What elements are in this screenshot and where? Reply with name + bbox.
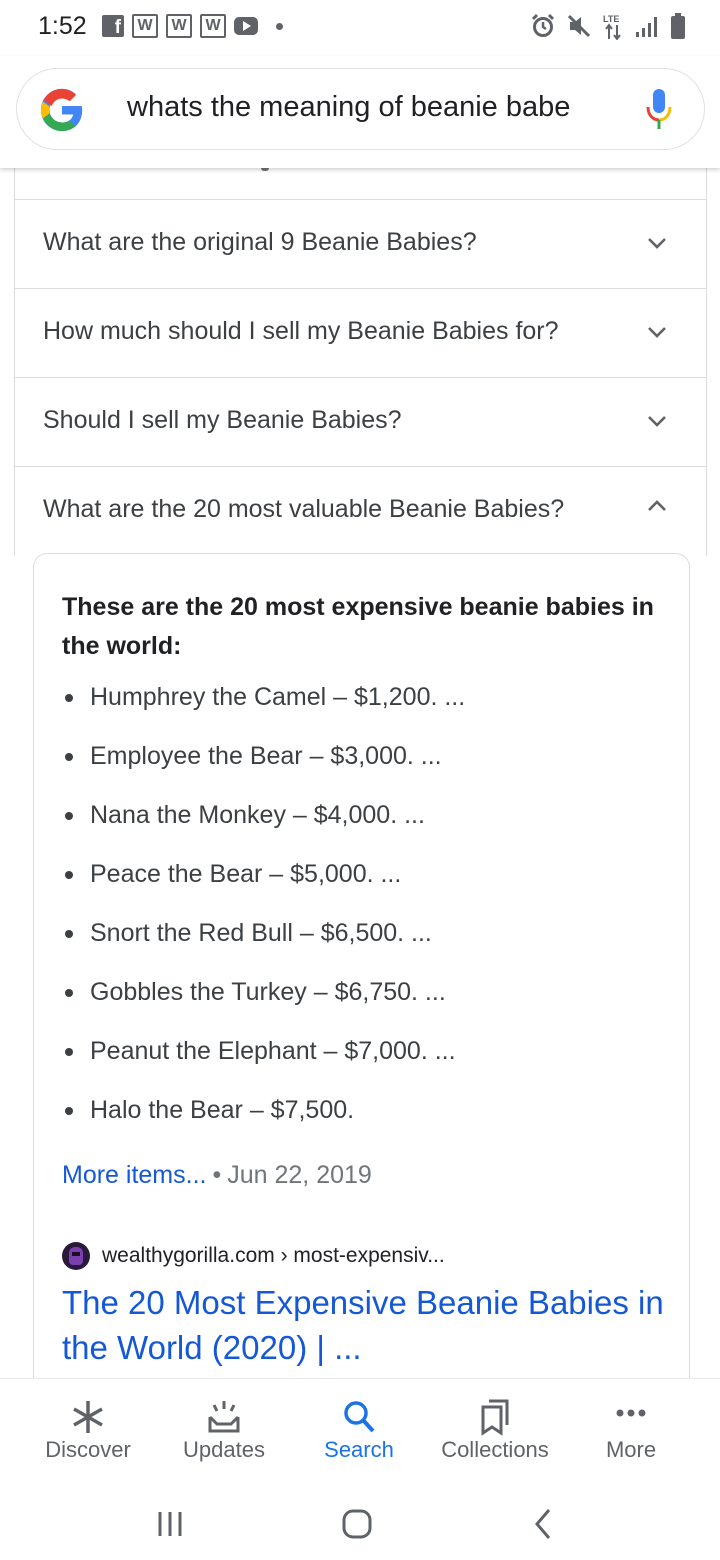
faq-question: Should I sell my Beanie Babies?	[43, 406, 402, 434]
list-item: Peanut the Elephant – $7,000. ...	[62, 1036, 465, 1095]
answer-card: These are the 20 most expensive beanie b…	[33, 553, 690, 1393]
home-icon[interactable]	[335, 1502, 379, 1546]
faq-item[interactable]: How much should I sell my Beanie Babies …	[15, 289, 706, 378]
nav-label: More	[605, 1437, 657, 1462]
svg-text:LTE: LTE	[603, 14, 619, 24]
signal-icon	[636, 17, 657, 37]
answer-list: Humphrey the Camel – $1,200. ... Employe…	[62, 682, 465, 1154]
search-icon	[344, 1401, 375, 1433]
faq-item-partial	[14, 168, 707, 200]
nav-label: Collections	[441, 1437, 549, 1462]
recent-apps-icon[interactable]	[148, 1502, 192, 1546]
notification-icons: f W W W	[102, 14, 283, 38]
answer-date: Jun 22, 2019	[227, 1161, 372, 1189]
mute-icon	[567, 14, 591, 38]
android-nav-bar	[0, 1488, 720, 1560]
status-bar: 1:52 f W W W LTE	[0, 0, 720, 56]
list-item: Gobbles the Turkey – $6,750. ...	[62, 977, 465, 1036]
chevron-down-icon	[648, 238, 666, 249]
facebook-icon: f	[102, 15, 124, 37]
google-g-icon	[40, 88, 83, 132]
more-items-line: More items... • Jun 22, 2019	[62, 1161, 372, 1190]
list-item: Peace the Bear – $5,000. ...	[62, 859, 465, 918]
list-item: Humphrey the Camel – $1,200. ...	[62, 682, 465, 741]
source-line[interactable]: wealthygorilla.com › most-expensiv...	[62, 1241, 445, 1271]
chevron-down-icon	[648, 327, 666, 338]
more-dots-icon	[616, 1409, 646, 1417]
status-time: 1:52	[38, 12, 87, 40]
search-bar[interactable]: whats the meaning of beanie babe	[16, 68, 705, 150]
faq-question: What are the original 9 Beanie Babies?	[43, 228, 477, 256]
w-app-icon: W	[166, 14, 192, 38]
youtube-icon	[234, 17, 258, 35]
notification-dot-icon	[276, 22, 283, 30]
back-icon[interactable]	[522, 1502, 566, 1546]
faq-item[interactable]: What are the original 9 Beanie Babies?	[15, 200, 706, 289]
source-url: wealthygorilla.com › most-expensiv...	[102, 1244, 445, 1267]
answer-title: These are the 20 most expensive beanie b…	[62, 593, 654, 660]
result-title-link[interactable]: The 20 Most Expensive Beanie Babies in t…	[62, 1280, 672, 1370]
data-arrows-icon: LTE	[603, 14, 621, 40]
separator-dot: •	[212, 1161, 222, 1189]
nav-collections[interactable]: Collections	[425, 1379, 565, 1489]
related-questions: What are the original 9 Beanie Babies? H…	[14, 200, 707, 556]
search-header: whats the meaning of beanie babe	[0, 56, 720, 168]
asterisk-icon	[73, 1401, 103, 1433]
nav-search[interactable]: Search	[289, 1379, 429, 1489]
nav-updates[interactable]: Updates	[154, 1379, 294, 1489]
chevron-up-icon	[648, 500, 666, 511]
list-item: Halo the Bear – $7,500.	[62, 1095, 465, 1154]
system-icons: LTE	[530, 12, 686, 40]
w-app-icon: W	[200, 14, 226, 38]
list-item: Employee the Bear – $3,000. ...	[62, 741, 465, 800]
faq-question: How much should I sell my Beanie Babies …	[43, 317, 559, 345]
chevron-down-icon	[648, 416, 666, 427]
w-app-icon: W	[132, 14, 158, 38]
search-input[interactable]: whats the meaning of beanie babe	[127, 91, 570, 124]
nav-label: Discover	[45, 1437, 131, 1462]
updates-icon	[208, 1401, 240, 1433]
alarm-icon	[531, 13, 555, 37]
nav-more[interactable]: More	[561, 1379, 701, 1489]
mic-icon[interactable]	[644, 87, 674, 133]
list-item: Nana the Monkey – $4,000. ...	[62, 800, 465, 859]
nav-discover[interactable]: Discover	[18, 1379, 158, 1489]
battery-icon	[671, 13, 685, 39]
faq-question: What are the 20 most valuable Beanie Bab…	[43, 495, 565, 523]
nav-label: Updates	[183, 1437, 265, 1462]
more-items-link[interactable]: More items...	[62, 1161, 206, 1189]
nav-label: Search	[324, 1437, 394, 1462]
list-item: Snort the Red Bull – $6,500. ...	[62, 918, 465, 977]
site-favicon-icon	[62, 1242, 90, 1270]
bottom-nav: Discover Updates Search Collections More	[0, 1378, 720, 1488]
faq-item-expanded[interactable]: What are the 20 most valuable Beanie Bab…	[15, 467, 706, 556]
collections-icon	[481, 1399, 509, 1436]
faq-item[interactable]: Should I sell my Beanie Babies?	[15, 378, 706, 467]
